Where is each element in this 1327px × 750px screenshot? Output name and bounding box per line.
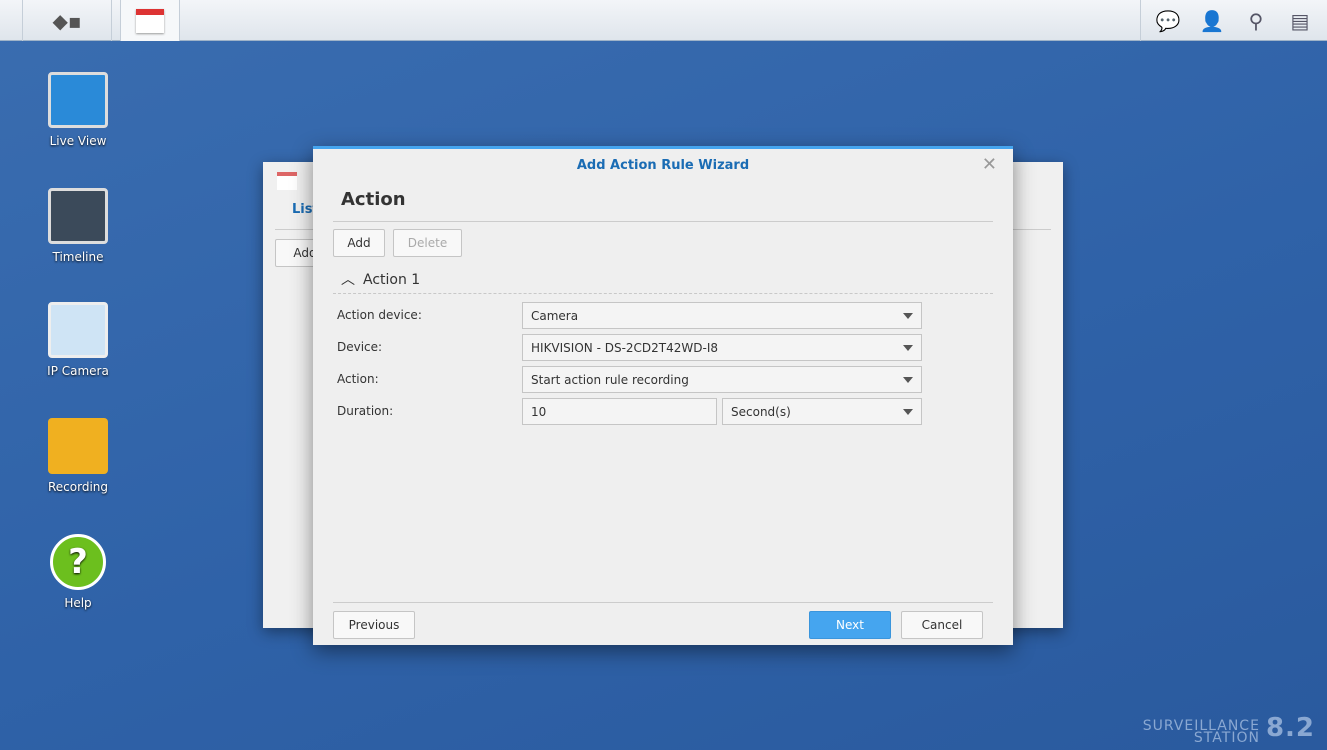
chevron-down-icon [903,313,913,319]
label: Timeline [52,250,104,264]
device-label: Device: [337,340,383,354]
section-title: Action 1 [363,272,421,288]
close-icon[interactable]: ✕ [982,154,997,175]
chevron-up-icon: ︿ [341,272,355,288]
chevron-down-icon [903,409,913,415]
desktop-ip-camera[interactable]: IP Camera [28,302,128,378]
desktop-recording[interactable]: Recording [28,418,128,494]
ip-camera-icon [48,302,108,358]
label: Live View [49,134,107,148]
chat-icon[interactable]: 💬 [1155,8,1181,34]
action-device-label: Action device: [337,308,422,322]
next-button[interactable]: Next [809,611,891,639]
action-label: Action: [337,372,379,386]
widgets-icon[interactable]: ▤ [1287,8,1313,34]
surveillance-station-logo: SURVEILLANCE STATION 8.2 [1143,715,1315,745]
logo-version: 8.2 [1265,713,1315,743]
duration-label: Duration: [337,404,394,418]
main-menu-icon: ◆▪ [52,8,82,33]
action-1-section[interactable]: ︿ Action 1 [341,269,420,289]
add-action-button[interactable]: Add [333,229,385,257]
previous-button[interactable]: Previous [333,611,415,639]
chevron-down-icon [903,345,913,351]
recording-folder-icon [48,418,108,474]
taskbar-app-action-rule[interactable] [120,0,180,41]
action-device-select[interactable]: Camera [522,302,922,329]
step-heading: Action [341,189,406,210]
device-select[interactable]: HIKVISION - DS-2CD2T42WD-I8 [522,334,922,361]
user-icon[interactable]: 👤 [1199,8,1225,34]
value: Camera [531,308,579,323]
calendar-icon [136,8,164,33]
duration-input[interactable]: 10 [522,398,717,425]
value: HIKVISION - DS-2CD2T42WD-I8 [531,340,719,355]
cancel-button[interactable]: Cancel [901,611,983,639]
chevron-down-icon [903,377,913,383]
desktop-timeline[interactable]: Timeline [28,188,128,264]
label: IP Camera [47,364,109,378]
desktop-help[interactable]: ? Help [28,534,128,610]
label: Help [64,596,92,610]
action-select[interactable]: Start action rule recording [522,366,922,393]
desktop-live-view[interactable]: Live View [28,72,128,148]
duration-unit-select[interactable]: Second(s) [722,398,922,425]
value: Start action rule recording [531,372,689,387]
dialog-title: Add Action Rule Wizard [576,158,750,173]
help-icon: ? [50,534,106,590]
label: Recording [47,480,109,494]
timeline-icon [48,188,108,244]
value: Second(s) [731,404,791,419]
taskbar: ◆▪ 💬 👤 ⚲ ▤ [0,0,1327,41]
delete-action-button[interactable]: Delete [393,229,462,257]
live-view-icon [48,72,108,128]
app-icon [277,172,297,190]
add-action-rule-wizard: Add Action Rule Wizard ✕ Action Add Dele… [313,146,1013,645]
main-menu-button[interactable]: ◆▪ [22,0,112,41]
search-icon[interactable]: ⚲ [1243,8,1269,34]
